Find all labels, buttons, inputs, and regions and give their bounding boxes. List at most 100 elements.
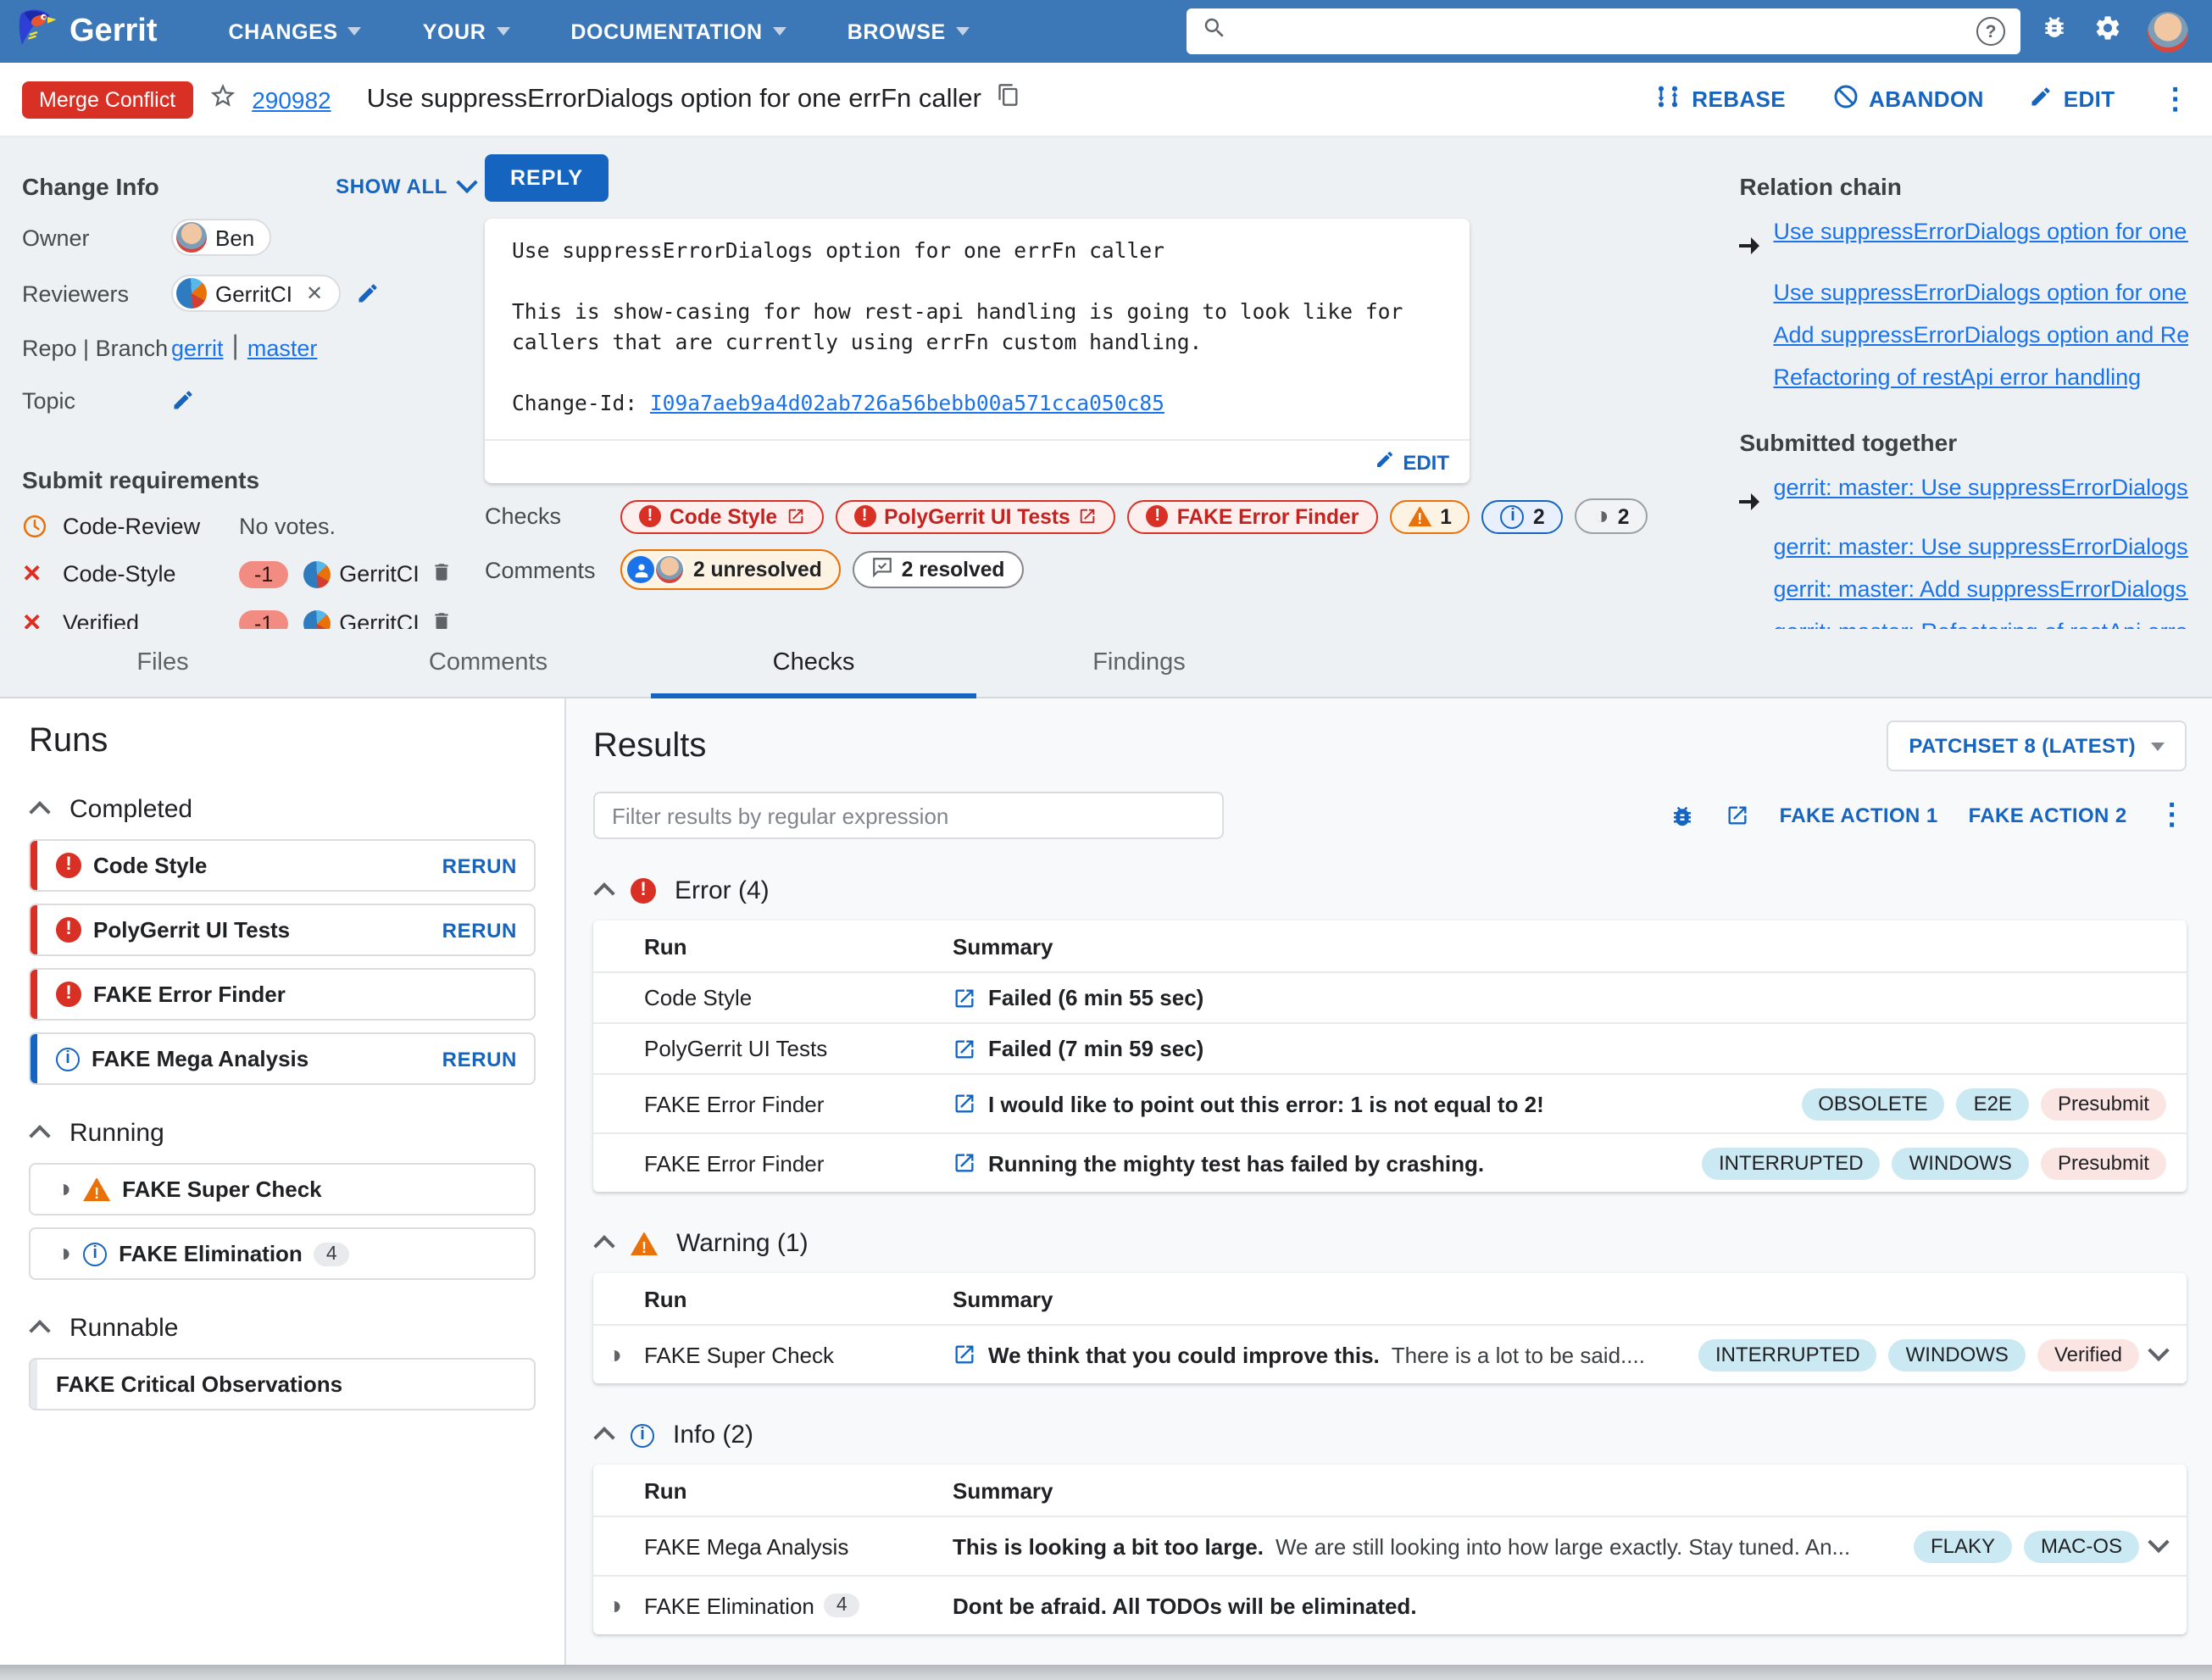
edit-reviewers-icon[interactable] [355, 281, 379, 305]
pencil-icon [2030, 85, 2054, 114]
horizontal-scrollbar[interactable] [0, 1665, 2212, 1680]
check-chip-polygerrit-ui-tests[interactable]: PolyGerrit UI Tests [835, 499, 1116, 533]
info-count-chip[interactable]: 2 [1481, 499, 1564, 533]
check-chip-fake-error-finder[interactable]: FAKE Error Finder [1127, 499, 1378, 533]
result-row[interactable]: FAKE Error Finder Running the mighty tes… [593, 1132, 2187, 1192]
remove-reviewer-icon[interactable]: ✕ [306, 281, 323, 305]
filter-input[interactable] [593, 792, 1224, 839]
tag: Presubmit [2040, 1147, 2166, 1179]
external-link-icon[interactable] [953, 1343, 976, 1366]
fake-action-1-button[interactable]: FAKE ACTION 1 [1780, 804, 1938, 827]
edit-topic-icon[interactable] [171, 388, 195, 412]
external-link-icon[interactable] [953, 1092, 976, 1115]
repo-link[interactable]: gerrit [171, 335, 224, 360]
gerrit-logo[interactable]: Gerrit [17, 6, 158, 57]
submitted-together-item-current: gerrit: master: Use suppressErrorDialogs… [1739, 467, 2188, 527]
nav-browse[interactable]: BROWSE [848, 19, 970, 43]
more-options-icon[interactable]: ⋮ [2158, 798, 2187, 832]
run-card-fake-error-finder[interactable]: FAKE Error Finder [29, 968, 536, 1021]
fail-x-icon: ✕ [22, 559, 42, 587]
external-link-icon[interactable] [953, 1151, 976, 1175]
result-row[interactable]: ◑ FAKE Super Check We think that you cou… [593, 1324, 2187, 1383]
change-id-link[interactable]: I09a7aeb9a4d02ab726a56bebb00a571cca050c8… [650, 392, 1164, 415]
info-icon [631, 1423, 654, 1447]
running-icon: ◑ [607, 1591, 623, 1620]
show-all-button[interactable]: SHOW ALL [336, 170, 478, 198]
chevron-up-icon [29, 1320, 51, 1342]
star-icon[interactable] [208, 81, 236, 118]
branch-link[interactable]: master [247, 335, 318, 360]
submitted-together-item: gerrit: master: Refactoring of restApi e… [1739, 612, 2188, 629]
runnable-section-header[interactable]: Runnable [29, 1314, 536, 1343]
resolved-comments-chip[interactable]: 2 resolved [852, 551, 1024, 588]
tab-findings[interactable]: Findings [976, 629, 1302, 697]
settings-gear-icon[interactable] [2093, 13, 2122, 50]
external-link-icon[interactable] [1726, 804, 1749, 827]
rerun-button[interactable]: RERUN [442, 854, 517, 877]
runs-heading: Runs [29, 722, 108, 759]
warning-icon [83, 1177, 111, 1201]
edit-commit-button[interactable]: EDIT [1403, 450, 1449, 474]
abandon-button[interactable]: ABANDON [1831, 83, 1984, 115]
bug-report-icon[interactable] [2041, 14, 2068, 49]
user-avatar[interactable] [2148, 11, 2188, 52]
no-votes-note: No votes. [239, 514, 336, 539]
fake-action-2-button[interactable]: FAKE ACTION 2 [1969, 804, 2127, 827]
reviewer-chip[interactable]: GerritCI ✕ [171, 275, 341, 312]
run-card-fake-elimination[interactable]: ◑ FAKE Elimination 4 [29, 1227, 536, 1280]
gerrit-bird-icon [17, 6, 58, 57]
search-bar[interactable]: ? [1187, 8, 2020, 54]
error-results-table: Run Summary Code Style Failed (6 min 55 … [593, 921, 2187, 1192]
nav-your[interactable]: YOUR [423, 19, 510, 43]
more-options-icon[interactable]: ⋮ [2161, 82, 2190, 116]
help-icon[interactable]: ? [1976, 17, 2005, 46]
unresolved-comments-chip[interactable]: 2 unresolved [620, 549, 841, 590]
search-input[interactable] [1239, 17, 1965, 46]
rebase-button[interactable]: REBASE [1654, 83, 1786, 115]
result-row[interactable]: FAKE Error Finder I would like to point … [593, 1073, 2187, 1132]
completed-section-header[interactable]: Completed [29, 795, 536, 824]
result-row[interactable]: ◑ FAKE Elimination 4 Dont be afraid. All … [593, 1575, 2187, 1634]
rerun-button[interactable]: RERUN [442, 1047, 517, 1071]
owner-chip[interactable]: Ben [171, 219, 272, 256]
run-card-polygerrit-ui-tests[interactable]: PolyGerrit UI Tests RERUN [29, 904, 536, 956]
running-section-header[interactable]: Running [29, 1119, 536, 1148]
external-link-icon[interactable] [953, 1037, 976, 1060]
delete-vote-icon[interactable] [431, 560, 453, 587]
reply-button[interactable]: REPLY [485, 154, 609, 202]
tab-checks[interactable]: Checks [651, 629, 976, 698]
running-count-chip[interactable]: ◑ 2 [1575, 498, 1648, 534]
rebase-icon [1654, 83, 1681, 115]
run-card-code-style[interactable]: Code Style RERUN [29, 839, 536, 892]
patchset-dropdown[interactable]: PATCHSET 8 (LATEST) [1887, 720, 2187, 771]
run-card-fake-mega-analysis[interactable]: FAKE Mega Analysis RERUN [29, 1032, 536, 1085]
edit-button[interactable]: EDIT [2030, 85, 2115, 114]
nav-changes[interactable]: CHANGES [229, 19, 362, 43]
result-row[interactable]: FAKE Mega Analysis This is looking a bit… [593, 1516, 2187, 1575]
result-row[interactable]: PolyGerrit UI Tests Failed (7 min 59 sec… [593, 1022, 2187, 1073]
rerun-button[interactable]: RERUN [442, 918, 517, 942]
gerrit-change-page: Gerrit CHANGES YOUR DOCUMENTATION BROWSE… [0, 0, 2212, 1680]
warning-count-chip[interactable]: 1 [1389, 499, 1470, 533]
tab-comments[interactable]: Comments [325, 629, 651, 697]
tag: INTERRUPTED [1698, 1338, 1877, 1371]
run-card-fake-super-check[interactable]: ◑ FAKE Super Check [29, 1163, 536, 1215]
chevron-down-icon [347, 27, 362, 36]
error-section-header[interactable]: Error (4) [593, 876, 2187, 905]
info-section-header[interactable]: Info (2) [593, 1421, 2187, 1449]
warning-section-header[interactable]: Warning (1) [593, 1229, 2187, 1258]
external-link-icon[interactable] [953, 986, 976, 1010]
tab-files[interactable]: Files [0, 629, 325, 697]
bug-report-icon[interactable] [1670, 803, 1695, 828]
copy-icon[interactable] [997, 83, 1020, 115]
delete-vote-icon[interactable] [431, 609, 453, 629]
expand-chevron-icon[interactable] [2148, 1530, 2170, 1553]
nav-documentation[interactable]: DOCUMENTATION [570, 19, 786, 43]
expand-chevron-icon[interactable] [2148, 1338, 2170, 1361]
submitted-together-item: gerrit: master: Use suppressErrorDialogs… [1773, 534, 2188, 560]
result-row[interactable]: Code Style Failed (6 min 55 sec) [593, 971, 2187, 1022]
change-number-link[interactable]: 290982 [252, 86, 331, 113]
run-card-fake-critical-observations[interactable]: FAKE Critical Observations [29, 1358, 536, 1410]
check-chip-code-style[interactable]: Code Style [620, 499, 824, 533]
external-link-icon [787, 509, 803, 524]
